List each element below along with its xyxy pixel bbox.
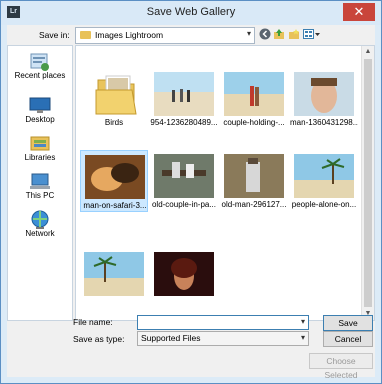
up-folder-icon[interactable] xyxy=(273,28,285,40)
file-item-image[interactable] xyxy=(80,248,148,310)
view-menu-icon[interactable] xyxy=(303,28,321,40)
man-portrait-thumbnail xyxy=(294,72,354,116)
file-name: man-1360431298... xyxy=(290,118,358,127)
palm-beach-photo-thumbnail xyxy=(84,252,144,296)
couple-photo-thumbnail xyxy=(224,72,284,116)
file-name: Birds xyxy=(104,118,124,127)
place-libraries[interactable]: Libraries xyxy=(8,134,72,162)
title-bar: Lr Save Web Gallery ✕ xyxy=(1,1,381,25)
file-item-image[interactable]: man-1360431298... xyxy=(290,68,358,130)
file-item-image[interactable]: 954-1236280489... xyxy=(150,68,218,130)
vertical-scrollbar[interactable]: ▲ ▼ xyxy=(361,46,374,320)
close-button[interactable]: ✕ xyxy=(343,3,375,21)
save-in-dropdown[interactable]: Images Lightroom ▾ xyxy=(75,27,255,44)
file-item-image[interactable]: people-alone-on... xyxy=(290,150,358,212)
save-in-label: Save in: xyxy=(39,30,70,40)
place-label: This PC xyxy=(25,191,55,200)
file-name-input[interactable]: ▾ xyxy=(137,315,309,330)
cancel-button[interactable]: Cancel xyxy=(323,331,373,347)
woman-portrait-thumbnail xyxy=(154,252,214,296)
recent-places-icon xyxy=(29,52,51,71)
save-button[interactable]: Save xyxy=(323,315,373,331)
new-folder-icon[interactable] xyxy=(288,28,300,40)
scrollbar-thumb[interactable] xyxy=(364,59,372,307)
file-name: people-alone-on... xyxy=(291,200,357,209)
this-pc-icon xyxy=(29,172,51,189)
scroll-up-arrow-icon[interactable]: ▲ xyxy=(362,46,374,58)
save-in-value: Images Lightroom xyxy=(95,30,164,40)
file-item-birds-folder[interactable]: Birds xyxy=(80,68,148,130)
place-label: Libraries xyxy=(24,153,56,162)
file-item-image[interactable] xyxy=(150,248,218,310)
place-desktop[interactable]: Desktop xyxy=(8,96,72,124)
back-icon[interactable] xyxy=(259,28,271,40)
desktop-icon xyxy=(29,96,51,113)
file-item-image-selected[interactable]: man-on-safari-3... xyxy=(80,150,148,212)
beach-photo-thumbnail xyxy=(154,72,214,116)
place-label: Recent places xyxy=(14,71,66,80)
places-bar: Recent places Desktop Libraries This PC xyxy=(7,45,73,321)
dialog-body: Save in: Images Lightroom ▾ Recent place… xyxy=(7,25,375,380)
file-name: couple-holding-... xyxy=(223,118,285,127)
save-as-type-dropdown[interactable]: Supported Files ▾ xyxy=(137,331,309,346)
dialog-title: Save Web Gallery xyxy=(146,6,236,18)
file-item-image[interactable]: old-couple-in-pa... xyxy=(150,150,218,212)
file-item-image[interactable]: old-man-296127... xyxy=(220,150,288,212)
file-list-view[interactable]: Birds 954-1236280489... couple-holding-.… xyxy=(75,45,375,321)
place-label: Network xyxy=(25,229,55,238)
place-network[interactable]: Network xyxy=(8,210,72,238)
folder-icon xyxy=(84,72,144,116)
place-this-pc[interactable]: This PC xyxy=(8,172,72,200)
file-name: old-man-296127... xyxy=(221,200,287,209)
chevron-down-icon[interactable]: ▾ xyxy=(301,317,305,326)
save-as-type-value: Supported Files xyxy=(141,333,201,343)
libraries-icon xyxy=(29,134,51,151)
old-couple-photo-thumbnail xyxy=(154,154,214,198)
place-recent-places[interactable]: Recent places xyxy=(8,52,72,80)
chevron-down-icon: ▾ xyxy=(300,333,305,342)
network-icon xyxy=(29,210,51,229)
file-name-label: File name: xyxy=(73,317,113,327)
file-name: 954-1236280489... xyxy=(150,118,218,127)
save-web-gallery-dialog: Lr Save Web Gallery ✕ Save in: Images Li… xyxy=(0,0,382,384)
file-name: man-on-safari-3... xyxy=(83,201,147,210)
safari-photo-thumbnail xyxy=(85,155,145,199)
palm-beach-photo-thumbnail xyxy=(294,154,354,198)
save-as-type-label: Save as type: xyxy=(73,334,125,344)
place-label: Desktop xyxy=(25,115,55,124)
folder-icon xyxy=(80,31,91,39)
file-item-image[interactable]: couple-holding-... xyxy=(220,68,288,130)
file-name: old-couple-in-pa... xyxy=(151,200,217,209)
old-man-photo-thumbnail xyxy=(224,154,284,198)
choose-selected-button[interactable]: Choose Selected xyxy=(309,353,373,380)
chevron-down-icon: ▾ xyxy=(246,29,251,38)
